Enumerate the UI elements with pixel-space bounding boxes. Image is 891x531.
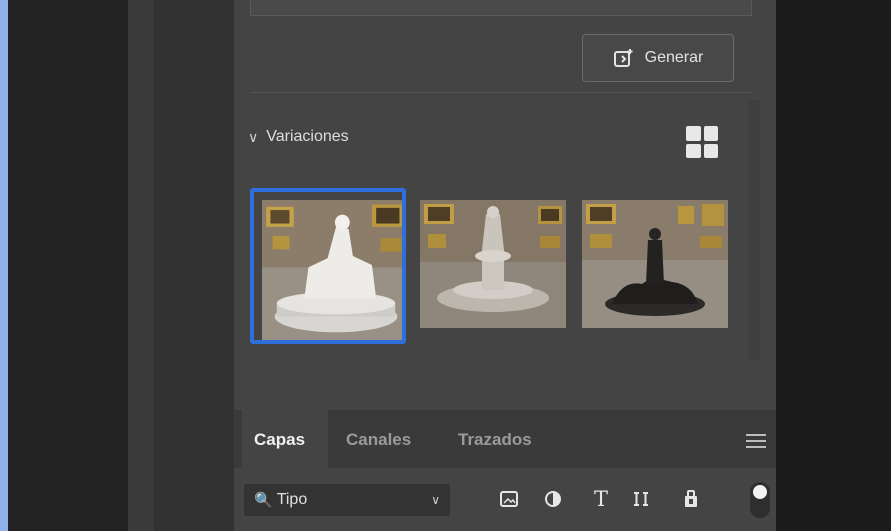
- grid-view-icon[interactable]: [686, 126, 718, 158]
- variations-header[interactable]: ∨ Variaciones: [248, 128, 349, 146]
- variations-thumbnails: [250, 188, 730, 344]
- canvas-background-left: [0, 0, 128, 531]
- layer-kind-filter-value: Tipo: [276, 491, 308, 508]
- panel-menu-icon[interactable]: [746, 434, 766, 448]
- search-icon: 🔍: [254, 492, 273, 509]
- window-edge: [0, 0, 8, 531]
- panel-scrollbar[interactable]: [748, 100, 760, 360]
- filter-toggle[interactable]: [750, 482, 770, 518]
- generate-icon: [613, 49, 633, 67]
- variation-thumbnail-3[interactable]: [582, 200, 728, 328]
- tab-capas[interactable]: Capas: [254, 430, 305, 450]
- generate-button-label: Generar: [644, 49, 704, 66]
- variation-image-3: [582, 200, 728, 328]
- type-filter-icon[interactable]: T: [590, 487, 612, 511]
- tab-canales[interactable]: Canales: [346, 430, 411, 450]
- prompt-field[interactable]: [250, 0, 752, 16]
- tab-trazados[interactable]: Trazados: [458, 430, 532, 450]
- layers-panel-tabs: Capas Canales Trazados: [234, 410, 776, 468]
- divider: [250, 92, 752, 93]
- panel-gutter: [154, 0, 234, 531]
- variation-image-1: [262, 200, 402, 340]
- image-filter-icon[interactable]: [498, 488, 520, 510]
- variation-image-2: [420, 200, 566, 328]
- layer-kind-filter[interactable]: 🔍 Tipo ∨: [244, 484, 450, 516]
- layer-filter-row: 🔍 Tipo ∨ T: [234, 468, 776, 531]
- variations-title: Variaciones: [266, 128, 349, 145]
- chevron-down-icon[interactable]: ∨: [248, 129, 258, 146]
- shape-filter-icon[interactable]: [630, 488, 652, 510]
- generate-button[interactable]: Generar: [582, 34, 734, 82]
- smart-object-filter-icon[interactable]: [680, 488, 702, 510]
- variation-thumbnail-1[interactable]: [250, 188, 406, 344]
- variation-thumbnail-2[interactable]: [420, 200, 566, 328]
- adjustment-filter-icon[interactable]: [542, 488, 564, 510]
- chevron-down-icon: ∨: [431, 493, 440, 507]
- toolbar-strip: [128, 0, 154, 531]
- workspace-background-right: [776, 0, 891, 531]
- toggle-knob: [753, 485, 767, 499]
